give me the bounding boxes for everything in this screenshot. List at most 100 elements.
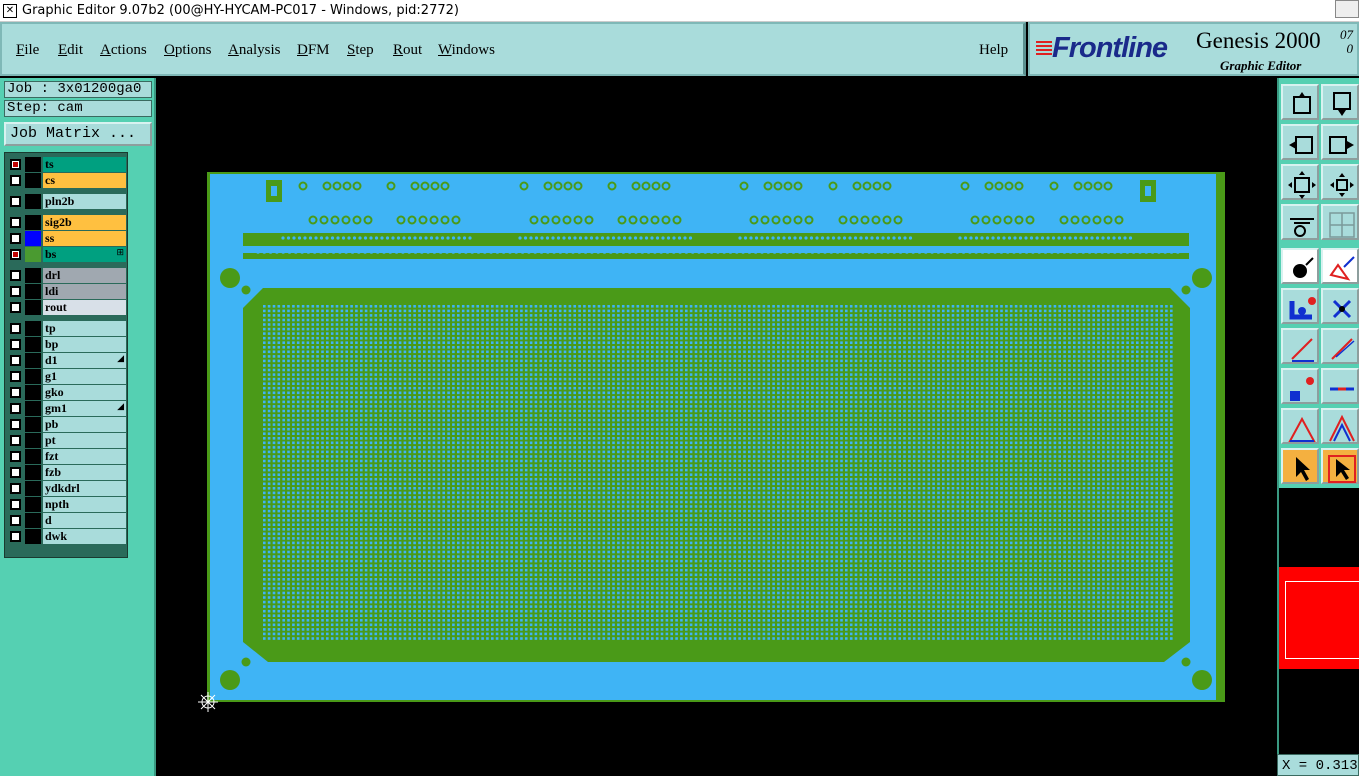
layer-row-pb[interactable]: pb bbox=[7, 417, 126, 432]
menu-file[interactable]: File bbox=[16, 42, 39, 59]
pad-button[interactable] bbox=[1281, 368, 1319, 404]
layer-row-d1[interactable]: d1 ◢ bbox=[7, 353, 126, 368]
layer-color-swatch[interactable] bbox=[25, 194, 41, 209]
net-select-button[interactable] bbox=[1281, 288, 1319, 324]
layer-row-bs[interactable]: bs ⊞ bbox=[7, 247, 126, 262]
layer-name[interactable]: drl bbox=[43, 268, 126, 283]
menu-help[interactable]: Help bbox=[979, 42, 1008, 59]
layer-checkbox[interactable] bbox=[10, 233, 21, 244]
layer-name[interactable]: g1 bbox=[43, 369, 126, 384]
layer-color-swatch[interactable] bbox=[25, 173, 41, 188]
layer-checkbox[interactable] bbox=[10, 355, 21, 366]
zoom-home-button[interactable] bbox=[1321, 164, 1359, 200]
layer-name[interactable]: npth bbox=[43, 497, 126, 512]
layer-name[interactable]: sig2b bbox=[43, 215, 126, 230]
layer-checkbox[interactable] bbox=[10, 196, 21, 207]
layer-name[interactable]: tp bbox=[43, 321, 126, 336]
layer-color-swatch[interactable] bbox=[25, 497, 41, 512]
layer-row-gm1[interactable]: gm1 ◢ bbox=[7, 401, 126, 416]
overview-window[interactable] bbox=[1277, 488, 1359, 754]
measure-button[interactable] bbox=[1281, 204, 1319, 240]
layer-color-swatch[interactable] bbox=[25, 417, 41, 432]
layer-checkbox[interactable] bbox=[10, 531, 21, 542]
pan-left-button[interactable] bbox=[1281, 124, 1319, 160]
line-draw-button[interactable] bbox=[1321, 328, 1359, 364]
layer-checkbox[interactable] bbox=[10, 515, 21, 526]
app-icon[interactable]: ✕ bbox=[3, 4, 17, 18]
layer-row-ldi[interactable]: ldi bbox=[7, 284, 126, 299]
layer-row-dwk[interactable]: dwk bbox=[7, 529, 126, 544]
layer-name[interactable]: pln2b bbox=[43, 194, 126, 209]
layer-row-pln2b[interactable]: pln2b bbox=[7, 194, 126, 209]
layer-name[interactable]: gm1 bbox=[43, 401, 126, 416]
layer-color-swatch[interactable] bbox=[25, 231, 41, 246]
menu-dfm[interactable]: DFM bbox=[297, 42, 330, 59]
pan-right-button[interactable] bbox=[1321, 124, 1359, 160]
layer-checkbox[interactable] bbox=[10, 483, 21, 494]
zoom-fit-button[interactable] bbox=[1281, 164, 1319, 200]
layer-checkbox[interactable] bbox=[10, 435, 21, 446]
layer-checkbox[interactable] bbox=[10, 419, 21, 430]
layer-name[interactable]: fzb bbox=[43, 465, 126, 480]
menu-edit[interactable]: Edit bbox=[58, 42, 83, 59]
layer-color-swatch[interactable] bbox=[25, 300, 41, 315]
layer-row-drl[interactable]: drl bbox=[7, 268, 126, 283]
edit-shape-button[interactable] bbox=[1321, 248, 1359, 284]
layer-row-npth[interactable]: npth bbox=[7, 497, 126, 512]
layer-name[interactable]: ts bbox=[43, 157, 126, 172]
layer-color-swatch[interactable] bbox=[25, 401, 41, 416]
layer-name[interactable]: ydkdrl bbox=[43, 481, 126, 496]
layer-checkbox[interactable] bbox=[10, 270, 21, 281]
layer-name[interactable]: pb bbox=[43, 417, 126, 432]
layer-checkbox[interactable] bbox=[10, 249, 21, 260]
layer-name[interactable]: dwk bbox=[43, 529, 126, 544]
window-close-button[interactable] bbox=[1335, 0, 1359, 18]
layer-row-g1[interactable]: g1 bbox=[7, 369, 126, 384]
layer-name[interactable]: ss bbox=[43, 231, 126, 246]
layer-name[interactable]: pt bbox=[43, 433, 126, 448]
layer-checkbox[interactable] bbox=[10, 217, 21, 228]
layer-checkbox[interactable] bbox=[10, 159, 21, 170]
menu-rout[interactable]: Rout bbox=[393, 42, 422, 59]
menu-actions[interactable]: Actions bbox=[100, 42, 147, 59]
layer-row-cs[interactable]: cs bbox=[7, 173, 126, 188]
layer-row-sig2b[interactable]: sig2b bbox=[7, 215, 126, 230]
layer-color-swatch[interactable] bbox=[25, 433, 41, 448]
layer-checkbox[interactable] bbox=[10, 387, 21, 398]
layer-name[interactable]: cs bbox=[43, 173, 126, 188]
grid-button[interactable] bbox=[1321, 204, 1359, 240]
layer-name[interactable]: gko bbox=[43, 385, 126, 400]
layer-checkbox[interactable] bbox=[10, 499, 21, 510]
pan-down-button[interactable] bbox=[1321, 84, 1359, 120]
pointer-button[interactable] bbox=[1281, 448, 1319, 484]
line-angle-button[interactable] bbox=[1281, 328, 1319, 364]
layer-checkbox[interactable] bbox=[10, 467, 21, 478]
menu-windows[interactable]: Windows bbox=[438, 42, 495, 59]
menu-analysis[interactable]: Analysis bbox=[228, 42, 281, 59]
layer-color-swatch[interactable] bbox=[25, 481, 41, 496]
layer-checkbox[interactable] bbox=[10, 323, 21, 334]
layer-checkbox[interactable] bbox=[10, 371, 21, 382]
layer-color-swatch[interactable] bbox=[25, 449, 41, 464]
layer-row-fzt[interactable]: fzt bbox=[7, 449, 126, 464]
layer-row-bp[interactable]: bp bbox=[7, 337, 126, 352]
layer-color-swatch[interactable] bbox=[25, 529, 41, 544]
pan-up-button[interactable] bbox=[1281, 84, 1319, 120]
layer-checkbox[interactable] bbox=[10, 302, 21, 313]
triangle-button[interactable] bbox=[1281, 408, 1319, 444]
layer-name[interactable]: bs bbox=[43, 247, 126, 262]
layer-color-swatch[interactable] bbox=[25, 268, 41, 283]
layer-name[interactable]: ldi bbox=[43, 284, 126, 299]
line-h-button[interactable] bbox=[1321, 368, 1359, 404]
layer-color-swatch[interactable] bbox=[25, 337, 41, 352]
layer-row-ss[interactable]: ss bbox=[7, 231, 126, 246]
cross-select-button[interactable] bbox=[1321, 288, 1359, 324]
layer-row-d[interactable]: d bbox=[7, 513, 126, 528]
layer-name[interactable]: bp bbox=[43, 337, 126, 352]
menu-options[interactable]: Options bbox=[164, 42, 212, 59]
add-feature-button[interactable] bbox=[1281, 248, 1319, 284]
layer-checkbox[interactable] bbox=[10, 451, 21, 462]
layer-color-swatch[interactable] bbox=[25, 465, 41, 480]
layer-row-ydkdrl[interactable]: ydkdrl bbox=[7, 481, 126, 496]
layer-checkbox[interactable] bbox=[10, 175, 21, 186]
